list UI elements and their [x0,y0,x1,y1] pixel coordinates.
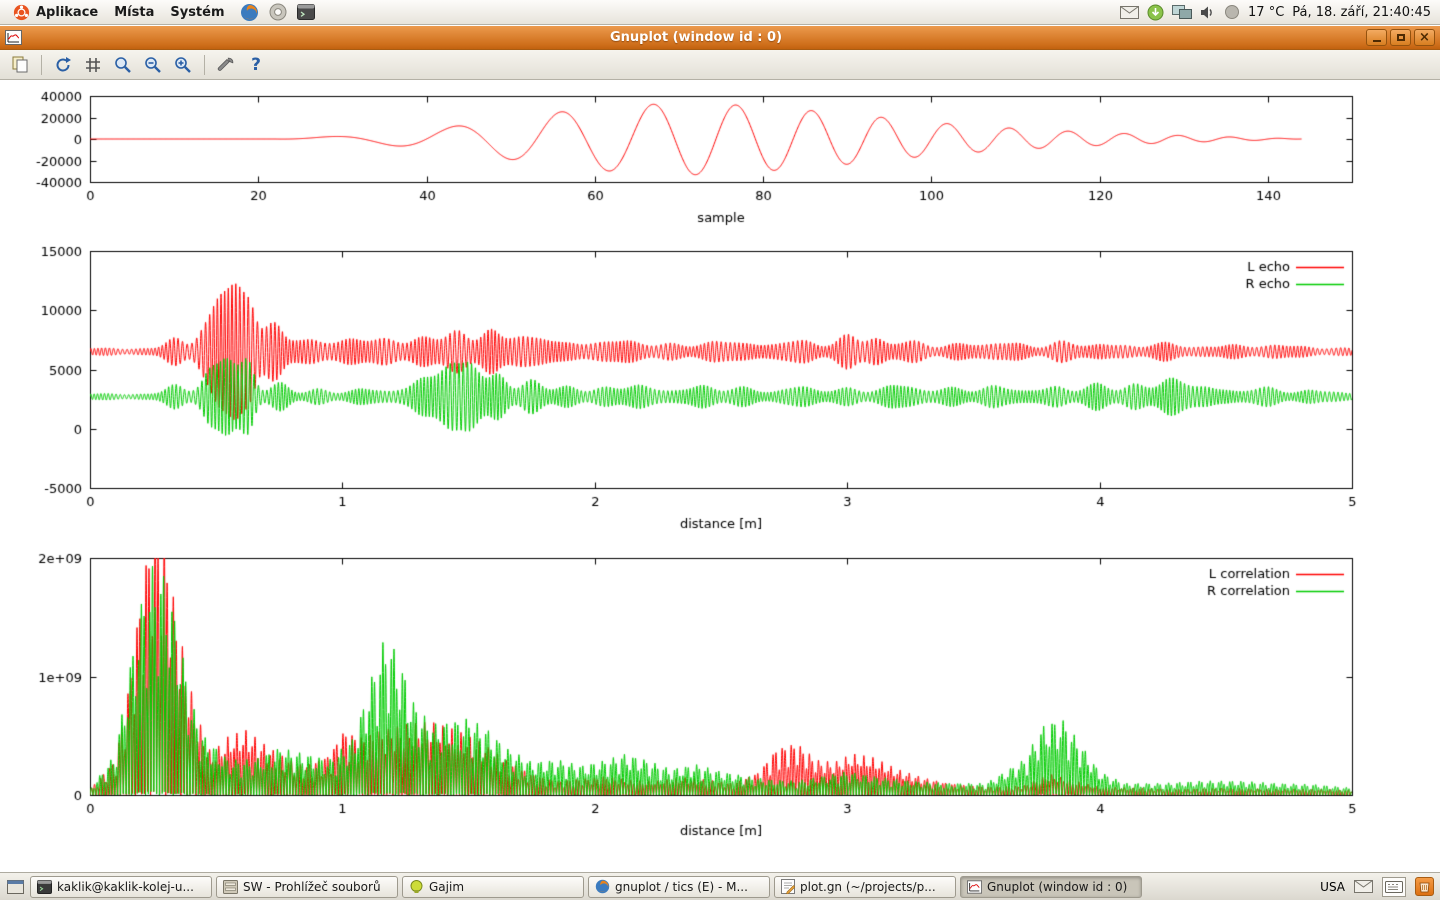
maximize-button[interactable] [1390,29,1411,46]
toggle-grid-button[interactable] [80,53,106,77]
task-label: SW - Prohlížeč souborů [243,880,381,894]
panel-launchers [239,1,317,23]
task-label: plot.gn (~/projects/p... [800,880,936,894]
maximize-icon [1397,34,1405,41]
screenshot-launcher[interactable] [295,1,317,23]
weather-icon[interactable] [1224,4,1240,20]
sample-waveform-chart[interactable] [0,84,1440,234]
gnuplot-toolbar: ? [0,50,1440,80]
file-manager-icon [223,880,238,894]
menu-system[interactable]: Systém [162,3,232,22]
menu-places[interactable]: Místa [106,3,162,22]
panel-status-area: 17 °C Pá, 18. září, 21:40:45 [1120,4,1435,21]
wrench-icon [217,56,235,74]
task-gnuplot-window[interactable]: Gnuplot (window id : 0) [960,876,1142,898]
menu-places-label: Místa [114,5,154,20]
window-title: Gnuplot (window id : 0) [26,30,1366,45]
text-editor-icon [781,879,795,894]
task-label: Gnuplot (window id : 0) [987,880,1127,894]
menu-system-label: Systém [170,5,224,20]
terminal-icon [37,880,52,894]
minimize-icon [1373,40,1381,42]
task-terminal[interactable]: kaklik@kaklik-kolej-u... [30,876,212,898]
copy-icon [12,56,29,73]
task-file-browser[interactable]: SW - Prohlížeč souborů [216,876,398,898]
mail-notification-icon[interactable] [1120,6,1139,19]
bottom-taskbar: kaklik@kaklik-kolej-u... SW - Prohlížeč … [0,872,1440,900]
settings-button[interactable] [213,53,239,77]
zoom-in-icon [174,56,192,74]
gnuplot-canvas-area [0,80,1440,872]
close-button[interactable]: × [1414,29,1435,46]
lifebuoy-icon [269,3,287,21]
zoom-out-button[interactable] [140,53,166,77]
gnuplot-window: Gnuplot (window id : 0) × [0,26,1440,872]
gnome-top-panel: Aplikace Místa Systém 17 °C Pá, [0,0,1440,25]
toolbar-separator [41,55,42,75]
echo-signals-chart[interactable] [0,240,1440,540]
temperature-label[interactable]: 17 °C [1248,5,1284,20]
gajim-icon [409,879,424,894]
zoom-out-icon [144,56,162,74]
firefox-launcher[interactable] [239,1,261,23]
zoom-in-button[interactable] [170,53,196,77]
help-icon: ? [251,55,261,75]
taskbar-status-area: USA [1320,877,1436,897]
keyboard-layout-indicator[interactable]: USA [1320,880,1345,894]
gnuplot-icon [967,880,982,894]
task-text-editor[interactable]: plot.gn (~/projects/p... [774,876,956,898]
grid-icon [85,57,101,73]
desktop: Aplikace Místa Systém 17 °C Pá, [0,0,1440,900]
toolbar-separator [204,55,205,75]
task-label: kaklik@kaklik-kolej-u... [57,880,194,894]
menu-applications[interactable]: Aplikace [5,2,106,23]
firefox-icon [595,879,610,894]
show-desktop-icon [7,880,24,894]
task-label: Gajim [429,880,464,894]
gnuplot-window-icon [5,30,22,45]
help-launcher[interactable] [267,1,289,23]
copy-clipboard-button[interactable] [7,53,33,77]
remote-desktop-icon[interactable] [1172,5,1192,20]
task-label: gnuplot / tics (E) - M... [615,880,748,894]
window-controls: × [1366,29,1435,46]
volume-icon[interactable] [1200,5,1216,20]
trash-applet-icon[interactable] [1415,877,1434,896]
menu-applications-label: Aplikace [36,5,98,20]
keyboard-indicator-button[interactable] [1382,877,1406,897]
minimize-button[interactable] [1366,29,1387,46]
show-desktop-button[interactable] [4,876,26,898]
wastebasket-icon [1419,881,1430,893]
clock-label[interactable]: Pá, 18. září, 21:40:45 [1292,5,1431,20]
task-firefox-gnuplot-docs[interactable]: gnuplot / tics (E) - M... [588,876,770,898]
replot-icon [54,56,72,74]
zoom-previous-button[interactable] [110,53,136,77]
close-icon: × [1419,31,1430,44]
replot-button[interactable] [50,53,76,77]
keyboard-icon [1385,881,1403,893]
software-update-icon[interactable] [1147,4,1164,21]
firefox-icon [240,3,259,22]
task-gajim[interactable]: Gajim [402,876,584,898]
zoom-previous-icon [114,56,132,74]
terminal-window-icon [297,4,315,20]
mail-icon[interactable] [1354,880,1373,893]
help-button[interactable]: ? [243,53,269,77]
ubuntu-logo-icon [13,4,30,21]
correlation-chart[interactable] [0,548,1440,848]
window-titlebar[interactable]: Gnuplot (window id : 0) × [0,26,1440,50]
